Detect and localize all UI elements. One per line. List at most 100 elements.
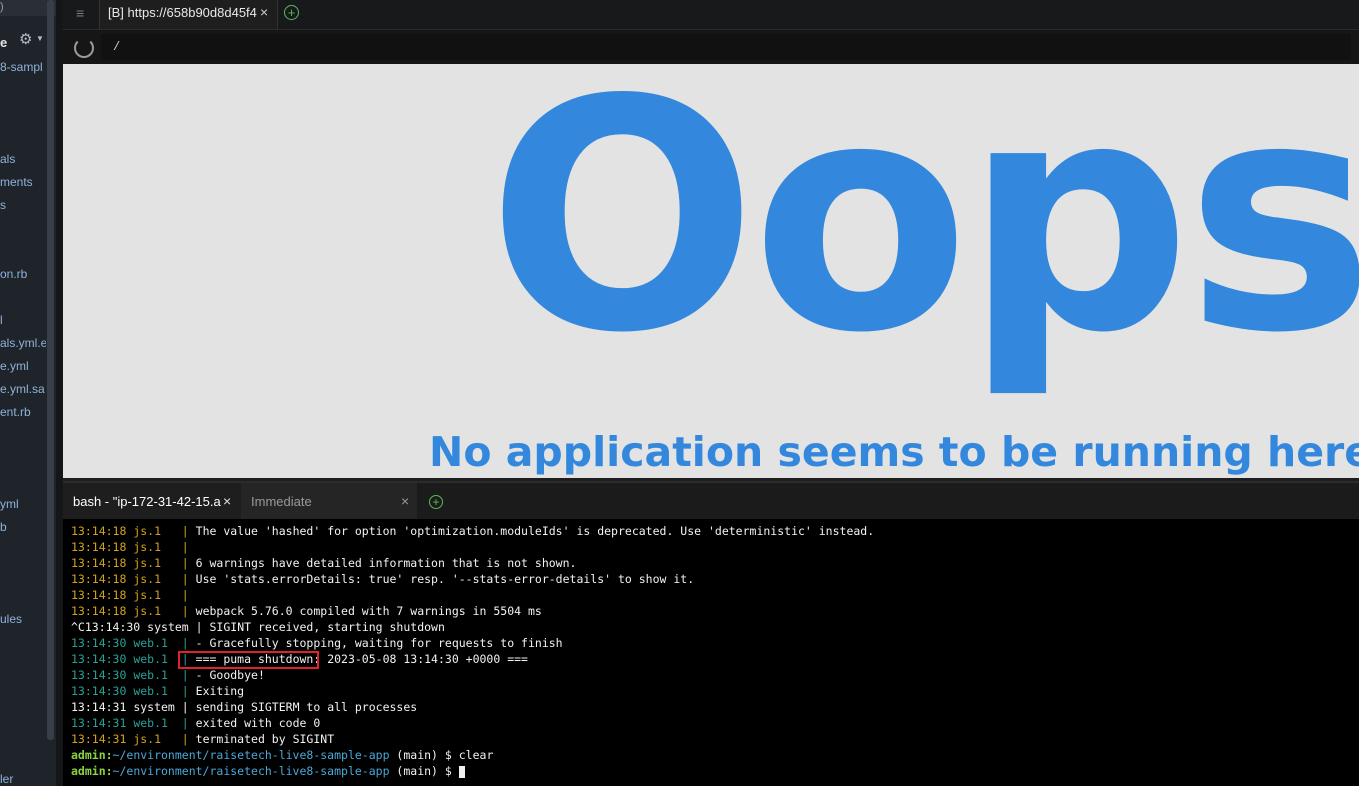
terminal-line: 13:14:30 web.1 | - Goodbye! bbox=[71, 667, 265, 683]
prompt-branch: (main) $ bbox=[389, 748, 459, 762]
tree-item[interactable]: e.yml bbox=[0, 359, 46, 373]
terminal-tab-bar: bash - "ip-172-31-42-15.a × Immediate × … bbox=[63, 481, 1359, 521]
line-separator: | bbox=[174, 572, 196, 586]
plus-circle-icon[interactable]: + bbox=[429, 495, 443, 509]
line-process: js.1 bbox=[133, 732, 175, 746]
pane-divider[interactable] bbox=[56, 0, 63, 786]
prompt-command: clear bbox=[458, 748, 494, 762]
terminal-line: 13:14:30 web.1 | - Gracefully stopping, … bbox=[71, 635, 563, 651]
line-message: - Goodbye! bbox=[195, 668, 265, 682]
line-process: web.1 bbox=[133, 652, 175, 666]
tree-item[interactable]: ments bbox=[0, 175, 46, 189]
tree-item[interactable]: e.yml.sa bbox=[0, 382, 46, 396]
terminal-line: 13:14:18 js.1 | The value 'hashed' for o… bbox=[71, 523, 874, 539]
tab-label: [B] https://658b90d8d45f4 bbox=[108, 5, 257, 20]
line-message: sending SIGTERM to all processes bbox=[195, 700, 418, 714]
line-process: js.1 bbox=[133, 556, 175, 570]
prompt-branch: (main) $ bbox=[389, 764, 459, 778]
tree-item[interactable]: als.yml.e bbox=[0, 336, 46, 350]
prompt-path: ~/environment/raisetech-live8-sample-app bbox=[112, 764, 390, 778]
preview-page: Oops No application seems to be running … bbox=[63, 64, 1359, 478]
tree-item[interactable]: ler bbox=[0, 772, 46, 786]
terminal-line: 13:14:18 js.1 | webpack 5.76.0 compiled … bbox=[71, 603, 542, 619]
preview-tab-bar: ≡ [B] https://658b90d8d45f4 × + bbox=[63, 0, 1359, 30]
sidebar-scrollbar[interactable] bbox=[47, 0, 54, 740]
chevron-down-icon[interactable]: ▼ bbox=[36, 34, 44, 43]
line-separator: | bbox=[174, 732, 196, 746]
line-separator: | bbox=[174, 668, 196, 682]
tree-item[interactable]: 8-sampl bbox=[0, 60, 46, 74]
gear-icon[interactable]: ⚙ bbox=[19, 30, 32, 48]
tree-item[interactable]: s bbox=[0, 198, 46, 212]
line-message: The value 'hashed' for option 'optimizat… bbox=[195, 524, 875, 538]
page-message: No application seems to be running here! bbox=[429, 428, 1359, 476]
close-icon[interactable]: × bbox=[401, 493, 409, 509]
line-timestamp: 13:14:18 bbox=[71, 588, 134, 602]
tree-item[interactable]: b bbox=[0, 520, 46, 534]
line-process: js.1 bbox=[133, 540, 175, 554]
terminal-prompt-line: admin:~/environment/raisetech-live8-samp… bbox=[71, 763, 465, 779]
line-separator: | bbox=[188, 620, 210, 634]
line-timestamp: 13:14:30 bbox=[71, 636, 134, 650]
terminal-line: 13:14:30 web.1 | Exiting bbox=[71, 683, 244, 699]
close-icon[interactable]: × bbox=[260, 4, 268, 20]
hamburger-icon[interactable]: ≡ bbox=[76, 5, 84, 21]
terminal-line: 13:14:18 js.1 | bbox=[71, 587, 196, 603]
line-message: SIGINT received, starting shutdown bbox=[209, 620, 445, 634]
tree-item[interactable]: yml bbox=[0, 497, 46, 511]
terminal-prompt-line: admin:~/environment/raisetech-live8-samp… bbox=[71, 747, 493, 763]
tab-browser-preview[interactable]: [B] https://658b90d8d45f4 × bbox=[99, 0, 278, 29]
reload-icon[interactable] bbox=[74, 38, 94, 58]
line-timestamp: 13:14:18 bbox=[71, 604, 134, 618]
line-timestamp: 13:14:31 bbox=[71, 700, 134, 714]
plus-circle-icon[interactable]: + bbox=[284, 5, 299, 20]
page-heading: Oops bbox=[487, 64, 1359, 402]
project-title: e bbox=[0, 35, 8, 50]
line-timestamp: 13:14:18 bbox=[71, 540, 134, 554]
line-process: system bbox=[133, 700, 175, 714]
line-message: 6 warnings have detailed information tha… bbox=[195, 556, 577, 570]
prompt-path: ~/environment/raisetech-live8-sample-app bbox=[112, 748, 390, 762]
line-separator: | bbox=[174, 540, 196, 554]
line-message: terminated by SIGINT bbox=[195, 732, 335, 746]
url-input[interactable] bbox=[101, 34, 1351, 60]
line-timestamp: 13:14:31 bbox=[71, 716, 134, 730]
line-timestamp: 13:14:18 bbox=[71, 524, 134, 538]
terminal-line: 13:14:18 js.1 | bbox=[71, 539, 196, 555]
line-separator: | bbox=[174, 636, 196, 650]
tree-item[interactable]: ules bbox=[0, 612, 46, 626]
line-separator: | bbox=[174, 588, 196, 602]
line-process: js.1 bbox=[133, 524, 175, 538]
line-timestamp: ^C13:14:30 bbox=[71, 620, 148, 634]
line-process: js.1 bbox=[133, 572, 175, 586]
prompt-user: admin: bbox=[71, 748, 113, 762]
tree-item[interactable]: on.rb bbox=[0, 267, 46, 281]
terminal-line: 13:14:31 web.1 | exited with code 0 bbox=[71, 715, 320, 731]
line-separator: | bbox=[174, 700, 196, 714]
line-process: web.1 bbox=[133, 716, 175, 730]
line-separator: | bbox=[174, 716, 196, 730]
tab-bash[interactable]: bash - "ip-172-31-42-15.a × bbox=[63, 483, 241, 521]
line-timestamp: 13:14:30 bbox=[71, 668, 134, 682]
line-timestamp: 13:14:18 bbox=[71, 572, 134, 586]
prompt-user: admin: bbox=[71, 764, 113, 778]
terminal-line: 13:14:18 js.1 | Use 'stats.errorDetails:… bbox=[71, 571, 694, 587]
tab-label: bash - "ip-172-31-42-15.a bbox=[73, 494, 221, 509]
line-process: system bbox=[147, 620, 189, 634]
line-message: Exiting bbox=[195, 684, 245, 698]
line-separator: | bbox=[174, 524, 196, 538]
tree-item[interactable]: l bbox=[0, 313, 46, 327]
terminal-line: 13:14:31 js.1 | terminated by SIGINT bbox=[71, 731, 334, 747]
tree-item[interactable]: ent.rb bbox=[0, 405, 46, 419]
highlight-annotation-box bbox=[178, 651, 319, 669]
line-message: webpack 5.76.0 compiled with 7 warnings … bbox=[195, 604, 542, 618]
line-timestamp: 13:14:30 bbox=[71, 652, 134, 666]
line-timestamp: 13:14:18 bbox=[71, 556, 134, 570]
line-separator: | bbox=[174, 604, 196, 618]
terminal-line: ^C13:14:30 system | SIGINT received, sta… bbox=[71, 619, 445, 635]
tab-immediate[interactable]: Immediate × bbox=[241, 483, 417, 521]
file-tree-sidebar: ) e ⚙ ▼ 8-sampl als ments s on.rb l als.… bbox=[0, 0, 56, 786]
tree-item[interactable]: als bbox=[0, 152, 46, 166]
terminal-line: 13:14:31 system | sending SIGTERM to all… bbox=[71, 699, 417, 715]
close-icon[interactable]: × bbox=[223, 493, 231, 509]
